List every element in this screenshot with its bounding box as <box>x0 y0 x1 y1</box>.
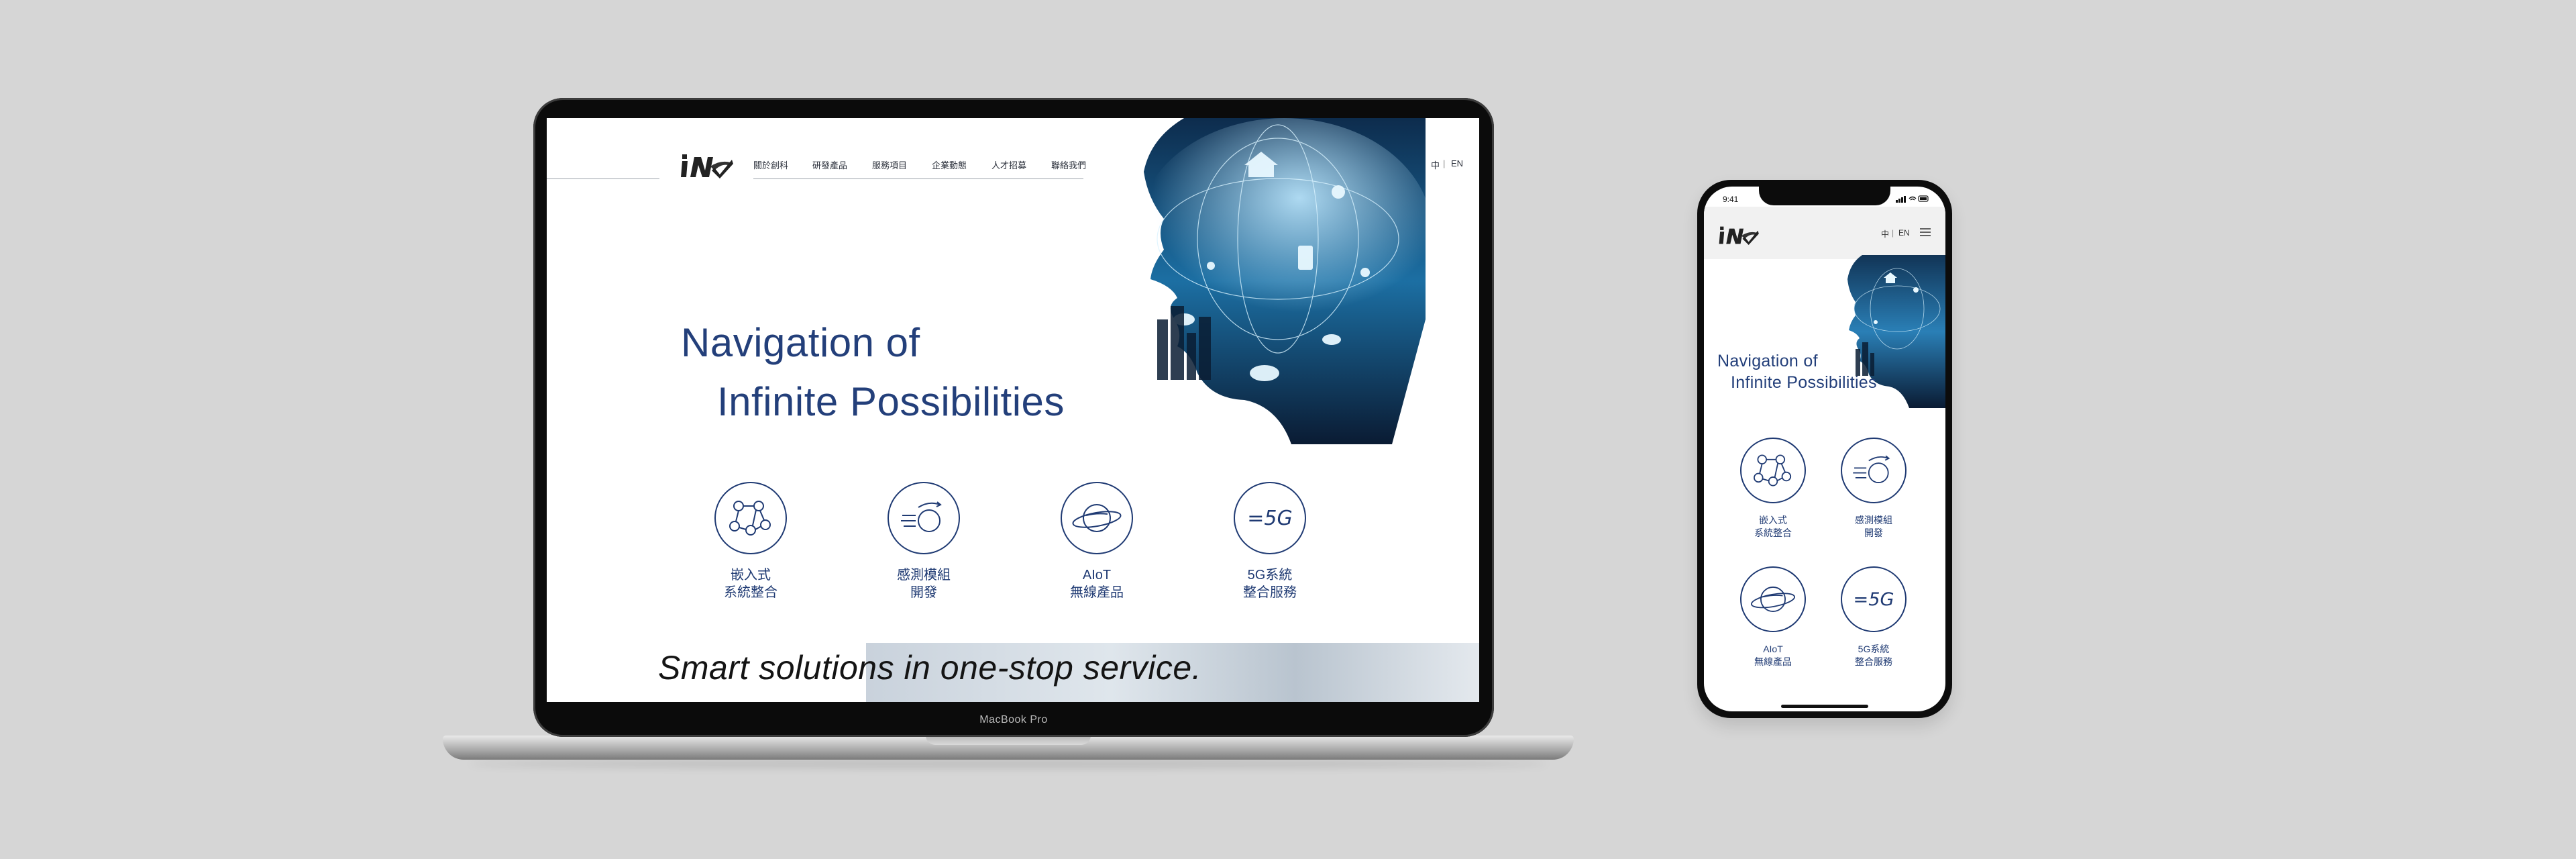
mobile-lang-en[interactable]: EN <box>1898 228 1910 238</box>
lang-zh[interactable]: 中 <box>1431 158 1440 171</box>
mobile-logo-icon[interactable] <box>1719 221 1760 247</box>
nav-contact[interactable]: 聯絡我們 <box>1051 158 1086 171</box>
aiot-service-label-line1: AIoT <box>1082 568 1112 583</box>
sensor-motion-icon <box>1853 455 1890 483</box>
5g-icon: =5G <box>1854 589 1894 610</box>
sensor-service-label-line2: 開發 <box>910 585 937 600</box>
laptop-brand-label: MacBook Pro <box>979 714 1048 725</box>
5g-service-button[interactable]: =5G <box>1234 482 1306 554</box>
mobile-aiot-label-line2: 無線產品 <box>1754 656 1792 667</box>
planet-orbit-icon <box>1751 587 1795 612</box>
status-time: 9:41 <box>1723 195 1739 204</box>
nav-about[interactable]: 關於創科 <box>753 158 788 171</box>
hamburger-menu-icon[interactable] <box>1919 227 1932 238</box>
embedded-service-label-line2: 系統整合 <box>724 585 777 600</box>
banner-slogan: Smart solutions in one-stop service. <box>658 649 1202 687</box>
mobile-embedded-label-line1: 嵌入式 <box>1759 515 1787 525</box>
desktop-website: 關於創科 研發產品 服務項目 企業動態 人才招募 聯絡我們 中 | EN Nav… <box>547 118 1479 702</box>
embedded-service-button[interactable] <box>714 482 787 554</box>
mobile-5g-service-button[interactable]: =5G <box>1841 566 1907 632</box>
mobile-aiot-label-line1: AIoT <box>1763 644 1783 654</box>
mobile-aiot-service-button[interactable] <box>1740 566 1806 632</box>
status-signal-wifi-battery-icon <box>1896 195 1929 203</box>
mobile-5g-label-line2: 整合服務 <box>1855 656 1892 667</box>
home-indicator[interactable] <box>1781 705 1868 708</box>
laptop-shadow <box>470 760 1547 768</box>
hero-title-line1: Navigation of <box>681 320 920 365</box>
lang-en[interactable]: EN <box>1451 158 1463 168</box>
mobile-website: 9:41 中 | EN Navigation of Infinite Possi… <box>1704 187 1945 711</box>
mobile-hero-title-line2: Infinite Possibilities <box>1731 373 1877 392</box>
hero-double-exposure-image <box>1137 118 1426 444</box>
network-nodes-icon <box>1754 454 1792 487</box>
aiot-service-button[interactable] <box>1061 482 1133 554</box>
mobile-sensor-label-line1: 感測模組 <box>1855 515 1892 525</box>
mobile-sensor-service-button[interactable] <box>1841 438 1907 503</box>
planet-orbit-icon <box>1072 504 1122 532</box>
mobile-embedded-service-button[interactable] <box>1740 438 1806 503</box>
lang-separator: | <box>1443 158 1446 168</box>
mobile-hero-title-line1: Navigation of <box>1717 352 1818 370</box>
mobile-embedded-label-line2: 系統整合 <box>1754 527 1792 538</box>
nav-news[interactable]: 企業動態 <box>932 158 967 171</box>
company-logo[interactable] <box>681 148 735 181</box>
mobile-5g-label-line1: 5G系統 <box>1858 644 1890 654</box>
5g-service-label-line2: 整合服務 <box>1243 585 1297 600</box>
5g-service-label-line1: 5G系統 <box>1247 568 1293 583</box>
phone-notch <box>1759 183 1890 205</box>
nav-services[interactable]: 服務項目 <box>872 158 907 171</box>
nav-products[interactable]: 研發產品 <box>812 158 847 171</box>
sensor-service-button[interactable] <box>888 482 960 554</box>
nav-careers[interactable]: 人才招募 <box>991 158 1026 171</box>
mobile-sensor-label-line2: 開發 <box>1864 527 1883 538</box>
aiot-service-label-line2: 無線產品 <box>1070 585 1124 600</box>
network-nodes-icon <box>729 501 771 536</box>
embedded-service-label-line1: 嵌入式 <box>731 568 771 583</box>
hero-title-line2: Infinite Possibilities <box>717 379 1065 424</box>
mobile-lang-separator: | <box>1892 228 1894 238</box>
mobile-lang-zh[interactable]: 中 <box>1881 228 1889 240</box>
svg-text:=5G: =5G <box>1247 507 1292 530</box>
sensor-motion-icon <box>901 501 942 532</box>
5g-icon: =5G <box>1247 507 1292 530</box>
svg-text:=5G: =5G <box>1854 589 1894 610</box>
laptop-hinge-notch <box>926 736 1091 745</box>
logo-icon <box>681 154 733 179</box>
sensor-service-label-line1: 感測模組 <box>897 568 951 583</box>
